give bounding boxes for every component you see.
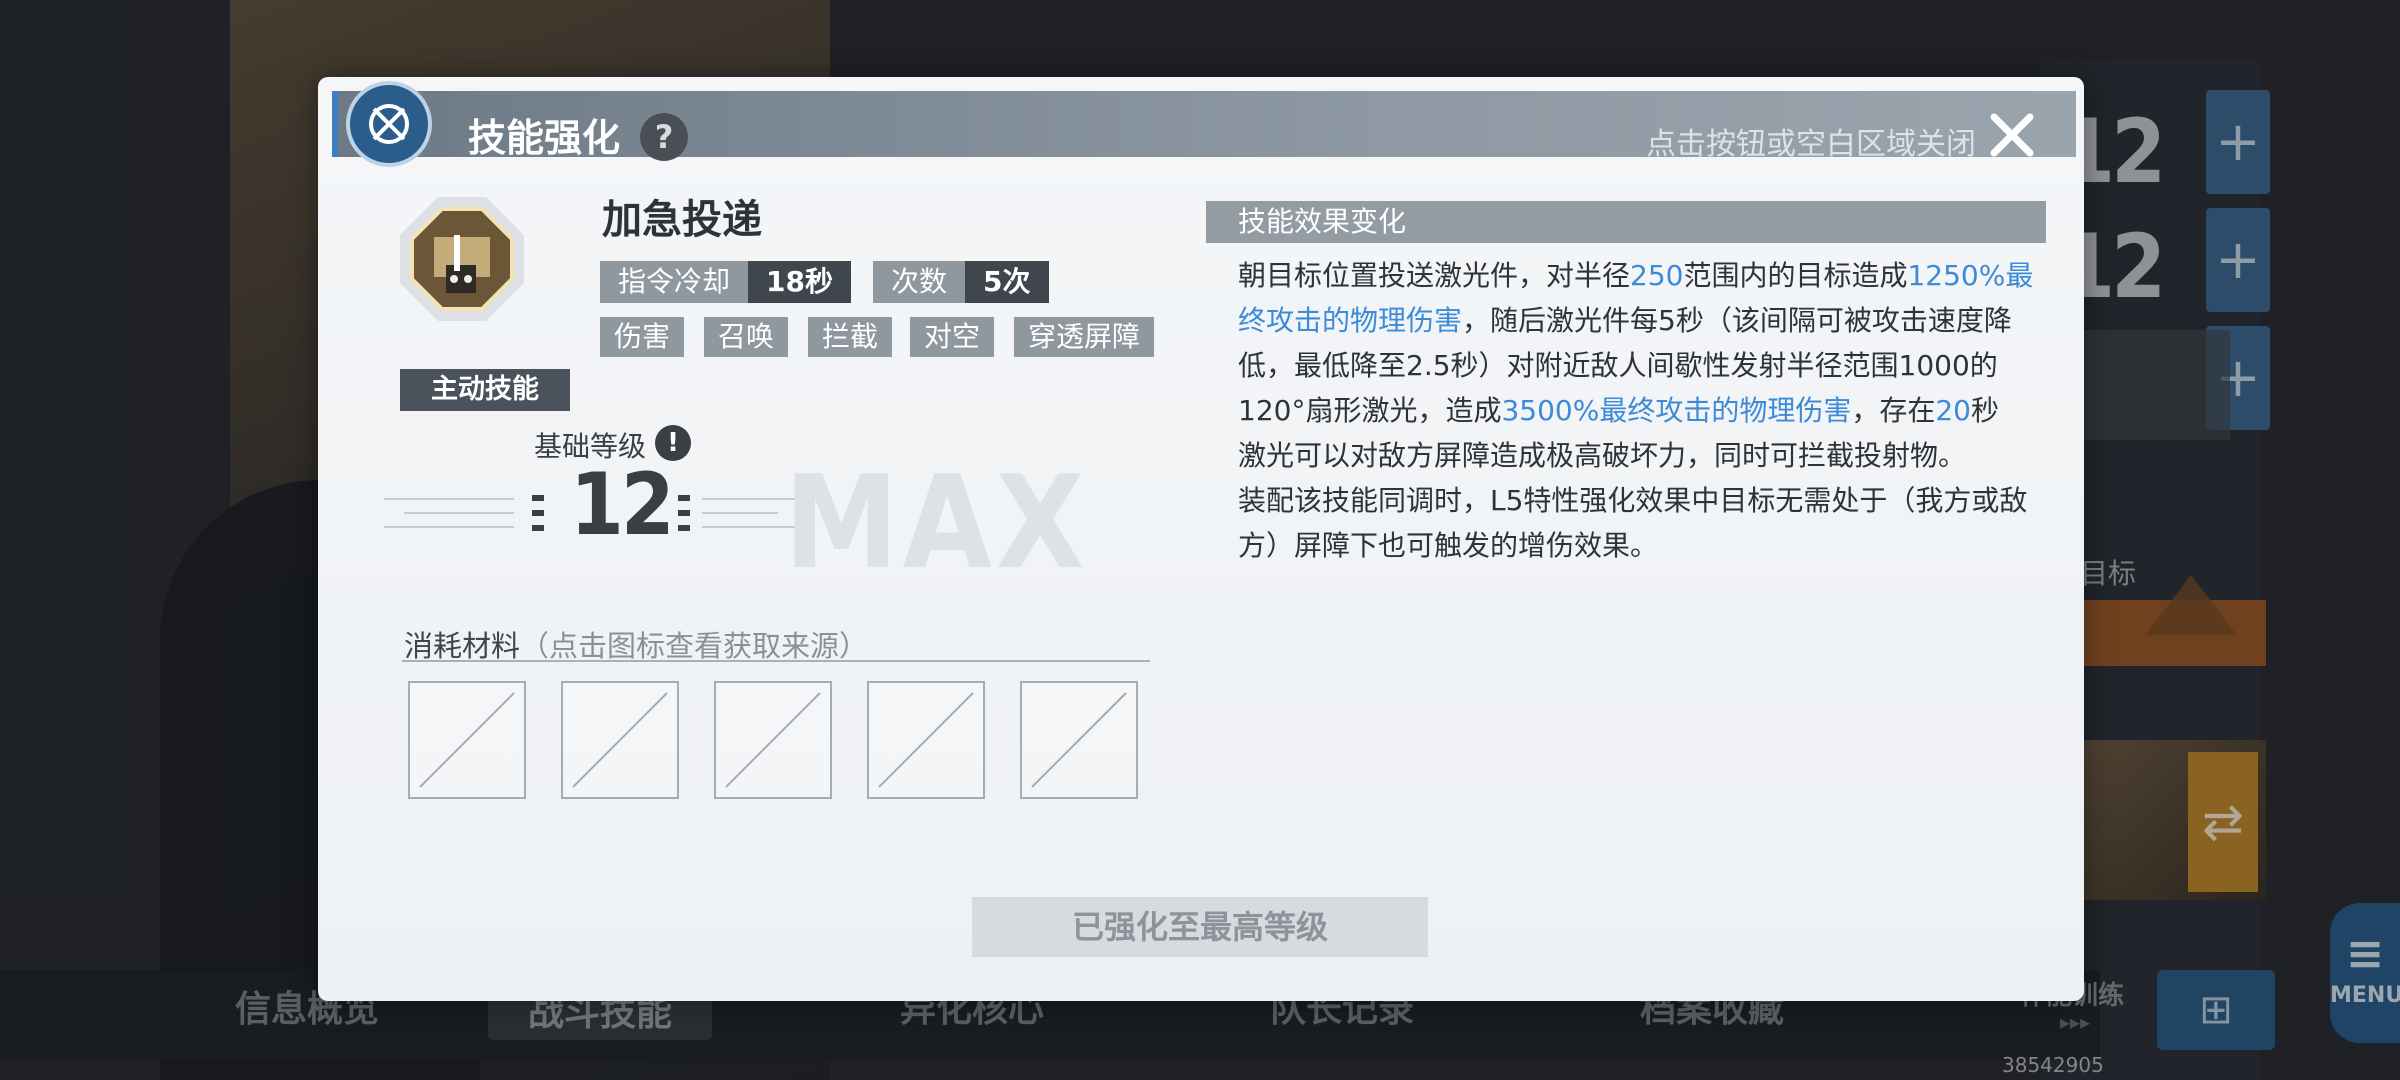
stat-charges-value: 5次 xyxy=(965,261,1049,303)
stat-charges-label: 次数 xyxy=(873,261,966,303)
effect-paragraph-3: 装配该技能同调时，L5特性强化效果中目标无需处于（我方或敌方）屏障下也可触发的增… xyxy=(1238,484,2028,562)
close-hint: 点击按钮或空白区域关闭 xyxy=(1646,127,1976,162)
materials-title: 消耗材料 xyxy=(404,629,521,663)
skill-upgrade-modal: ? 技能强化 点击按钮或空白区域关闭 主动技能 加急投递 指令冷却 18秒 次数… xyxy=(318,77,2084,1001)
modal-title: 技能强化 xyxy=(468,116,621,160)
question-mark-icon[interactable]: ? xyxy=(640,113,688,161)
stat-cooldown-value: 18秒 xyxy=(748,261,851,303)
material-slot-empty[interactable] xyxy=(408,681,526,799)
stat-cooldown: 指令冷却 18秒 xyxy=(600,261,851,303)
effect-text-segment: 朝目标位置投送激光件，对半径 xyxy=(1238,259,1631,292)
effect-description: 朝目标位置投送激光件，对半径250范围内的目标造成1250%最终攻击的物理伤害，… xyxy=(1238,253,2038,568)
material-slot-empty[interactable] xyxy=(1020,681,1138,799)
modal-header: ? 技能强化 点击按钮或空白区域关闭 xyxy=(332,91,2076,162)
skill-tag: 伤害 xyxy=(600,317,685,357)
effect-highlight-text: 250 xyxy=(1630,259,1684,292)
maxed-level-button[interactable]: 已强化至最高等级 xyxy=(972,897,1428,957)
material-slot-empty[interactable] xyxy=(714,681,832,799)
effect-paragraph-1: 朝目标位置投送激光件，对半径250范围内的目标造成1250%最终攻击的物理伤害，… xyxy=(1238,253,2038,433)
active-skill-badge: 主动技能 xyxy=(400,369,570,411)
materials-hint: （点击图标查看获取来源） xyxy=(520,629,869,663)
level-left-lines-decor xyxy=(384,495,544,531)
skill-tag: 对空 xyxy=(910,317,995,357)
materials-divider xyxy=(402,660,1150,662)
material-slot-empty[interactable] xyxy=(561,681,679,799)
skill-icon xyxy=(398,195,526,323)
stat-charges: 次数 5次 xyxy=(873,261,1049,303)
close-x-icon[interactable] xyxy=(1984,107,2040,163)
effect-text-segment: 范围内的目标造成 xyxy=(1683,259,1908,292)
effect-text-segment: ，存在 xyxy=(1851,394,1936,427)
material-slot-empty[interactable] xyxy=(867,681,985,799)
stat-cooldown-label: 指令冷却 xyxy=(600,261,749,303)
effect-highlight-text: 3500%最终攻击的物理伤害 xyxy=(1501,394,1852,427)
max-level-watermark: MAX xyxy=(784,449,1089,598)
skill-tag: 拦截 xyxy=(808,317,893,357)
skill-category-logo-icon xyxy=(346,81,432,167)
skill-name: 加急投递 xyxy=(602,197,762,243)
skill-tag: 穿透屏障 xyxy=(1014,317,1155,357)
effect-paragraph-2: 激光可以对敌方屏障造成极高破坏力，同时可拦截投射物。 xyxy=(1238,439,1967,472)
materials-label: 消耗材料（点击图标查看获取来源） xyxy=(404,623,868,665)
skill-tag: 召唤 xyxy=(704,317,789,357)
effect-header: 技能效果变化 xyxy=(1206,201,2046,243)
effect-text-segment: 秒 xyxy=(1970,394,1999,427)
effect-highlight-text: 20 xyxy=(1935,394,1971,427)
base-level-value: 12 xyxy=(570,455,675,555)
